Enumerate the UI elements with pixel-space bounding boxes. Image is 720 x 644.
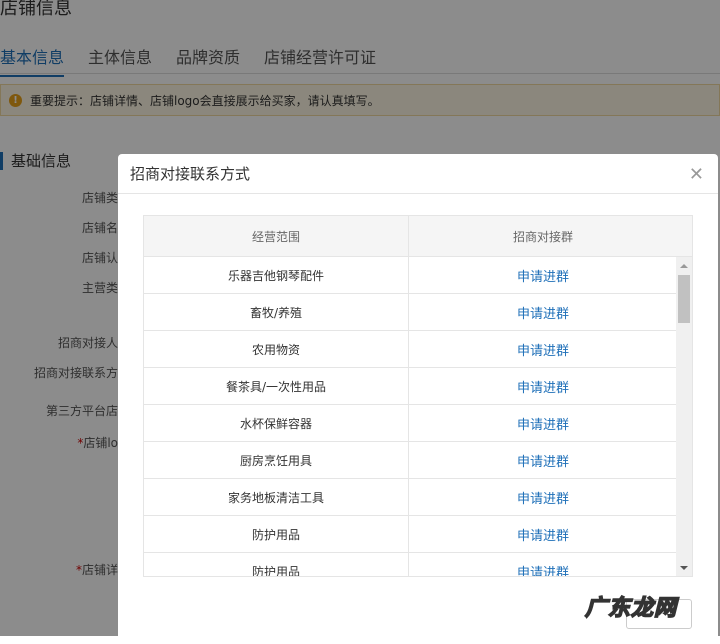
scope-cell: 餐茶具/一次性用品 [144,368,409,404]
join-group-link[interactable]: 申请进群 [517,451,569,470]
scope-cell: 水杯保鲜容器 [144,405,409,441]
scroll-down-icon[interactable] [680,566,688,570]
scope-cell: 畜牧/养殖 [144,294,409,330]
close-icon[interactable]: ✕ [689,164,704,185]
join-group-link[interactable]: 申请进群 [517,488,569,507]
modal-title: 招商对接联系方式 [130,165,251,183]
scroll-up-icon[interactable] [680,264,688,268]
watermark-logo: 广东龙网 [584,595,678,622]
table-header: 经营范围 招商对接群 [144,216,692,257]
scope-cell: 厨房烹饪用具 [144,442,409,478]
table-row: 乐器吉他钢琴配件 申请进群 [144,257,678,294]
scope-cell: 乐器吉他钢琴配件 [144,257,409,293]
join-group-link[interactable]: 申请进群 [517,303,569,322]
join-group-link[interactable]: 申请进群 [517,562,569,577]
join-group-link[interactable]: 申请进群 [517,377,569,396]
column-header-group: 招商对接群 [512,229,573,244]
scope-cell: 农用物资 [144,331,409,367]
scrollbar[interactable] [676,257,692,576]
table-row: 防护用品 申请进群 [144,516,678,553]
modal-header: 招商对接联系方式 ✕ [118,154,718,194]
join-group-link[interactable]: 申请进群 [517,340,569,359]
scope-cell: 家务地板清洁工具 [144,479,409,515]
column-header-scope: 经营范围 [144,216,409,256]
contact-modal: 招商对接联系方式 ✕ 经营范围 招商对接群 乐器吉他钢琴配件 申请进群 畜牧/养殖申… [118,154,718,644]
table-row: 家务地板清洁工具 申请进群 [144,479,678,516]
join-group-link[interactable]: 申请进群 [517,525,569,544]
table-row: 餐茶具/一次性用品 申请进群 [144,368,678,405]
contact-table: 经营范围 招商对接群 乐器吉他钢琴配件 申请进群 畜牧/养殖 申请进群 农用物资 申请进群… [143,215,693,577]
table-row: 防护用品 申请进群 [144,553,678,577]
join-group-link[interactable]: 申请进群 [517,414,569,433]
table-row: 畜牧/养殖 申请进群 [144,294,678,331]
scope-cell: 防护用品 [144,516,409,552]
join-group-link[interactable]: 申请进群 [517,266,569,285]
scope-cell: 防护用品 [144,553,409,576]
table-row: 农用物资 申请进群 [144,331,678,368]
table-row: 水杯保鲜容器 申请进群 [144,405,678,442]
table-row: 厨房烹饪用具 申请进群 [144,442,678,479]
scrollbar-thumb[interactable] [678,275,690,323]
